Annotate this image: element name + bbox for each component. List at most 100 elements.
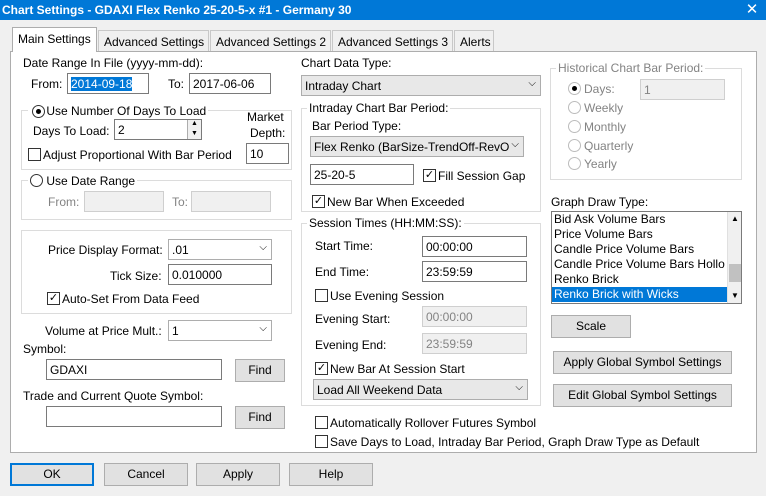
end-time-label: End Time: bbox=[315, 265, 370, 279]
list-item-selected[interactable]: Renko Brick with Wicks bbox=[552, 287, 741, 302]
evening-session-checkbox[interactable] bbox=[315, 289, 328, 302]
rollover-checkbox[interactable] bbox=[315, 416, 328, 429]
range-from-input[interactable] bbox=[84, 191, 164, 212]
scroll-thumb[interactable] bbox=[729, 264, 741, 282]
start-time-input[interactable]: 00:00:00 bbox=[422, 236, 527, 257]
close-icon[interactable]: ✕ bbox=[740, 1, 764, 19]
to-label: To: bbox=[168, 77, 185, 91]
list-item[interactable]: Renko Brick bbox=[552, 272, 741, 287]
historical-yearly-label: Yearly bbox=[584, 157, 617, 171]
market-depth-label-1: Market bbox=[247, 110, 284, 124]
apply-button[interactable]: Apply bbox=[196, 463, 280, 486]
list-item[interactable]: Candle Price Volume Bars Hollo bbox=[552, 257, 741, 272]
bar-period-type-select[interactable]: Flex Renko (BarSize-TrendOff-RevO ⌵ bbox=[310, 136, 524, 157]
historical-monthly-radio[interactable] bbox=[568, 120, 581, 133]
trade-symbol-find-button[interactable]: Find bbox=[235, 406, 285, 429]
symbol-find-button[interactable]: Find bbox=[235, 359, 285, 382]
session-group-label: Session Times (HH:MM:SS): bbox=[307, 216, 464, 230]
save-default-label: Save Days to Load, Intraday Bar Period, … bbox=[330, 435, 700, 449]
tab-advanced-settings-2[interactable]: Advanced Settings 2 bbox=[210, 30, 331, 51]
chevron-down-icon: ⌵ bbox=[528, 78, 536, 89]
list-scrollbar[interactable]: ▲ ▼ bbox=[727, 212, 741, 303]
trade-symbol-input[interactable] bbox=[46, 406, 222, 427]
fill-session-gap-checkbox[interactable]: ✓ bbox=[423, 169, 436, 182]
from-date-input[interactable]: 2014-09-18 bbox=[67, 73, 149, 94]
spin-down-icon[interactable]: ▼ bbox=[188, 129, 201, 139]
tick-size-label: Tick Size: bbox=[110, 269, 162, 283]
use-days-label: Use Number Of Days To Load bbox=[46, 103, 207, 118]
price-format-select[interactable]: .01 ⌵ bbox=[168, 239, 272, 260]
weekend-data-select[interactable]: Load All Weekend Data ⌵ bbox=[313, 379, 528, 400]
edit-global-settings-button[interactable]: Edit Global Symbol Settings bbox=[553, 384, 732, 407]
graph-draw-type-label: Graph Draw Type: bbox=[551, 195, 649, 209]
tab-main-settings[interactable]: Main Settings bbox=[12, 27, 97, 52]
historical-monthly-label: Monthly bbox=[584, 120, 627, 134]
weekend-data-value: Load All Weekend Data bbox=[317, 383, 443, 397]
to-date-input[interactable]: 2017-06-06 bbox=[189, 73, 271, 94]
use-days-radio[interactable] bbox=[32, 105, 45, 119]
title-bar: Chart Settings - GDAXI Flex Renko 25-20-… bbox=[0, 0, 766, 20]
fill-session-gap-label: Fill Session Gap bbox=[438, 169, 526, 183]
scroll-up-icon[interactable]: ▲ bbox=[728, 212, 741, 226]
bar-period-type-label: Bar Period Type: bbox=[312, 119, 402, 133]
days-to-load-input[interactable]: 2 ▲ ▼ bbox=[114, 119, 202, 140]
apply-global-settings-button[interactable]: Apply Global Symbol Settings bbox=[553, 351, 732, 374]
cancel-button[interactable]: Cancel bbox=[104, 463, 188, 486]
range-to-input[interactable] bbox=[191, 191, 271, 212]
days-to-load-value: 2 bbox=[118, 123, 125, 137]
evening-session-label: Use Evening Session bbox=[330, 289, 445, 303]
days-group-header: Use Number Of Days To Load bbox=[28, 103, 209, 119]
list-item[interactable]: Price Volume Bars bbox=[552, 227, 741, 242]
scale-button[interactable]: Scale bbox=[551, 315, 631, 338]
tab-advanced-settings[interactable]: Advanced Settings bbox=[98, 30, 209, 51]
volume-mult-select[interactable]: 1 ⌵ bbox=[168, 320, 272, 341]
historical-days-input[interactable]: 1 bbox=[640, 79, 725, 100]
price-format-label: Price Display Format: bbox=[48, 243, 163, 257]
tick-size-input[interactable]: 0.010000 bbox=[168, 264, 272, 285]
new-bar-session-checkbox[interactable]: ✓ bbox=[315, 362, 328, 375]
save-default-checkbox[interactable] bbox=[315, 435, 328, 448]
scroll-down-icon[interactable]: ▼ bbox=[728, 289, 741, 303]
historical-days-label: Days: bbox=[584, 82, 615, 96]
range-from-label: From: bbox=[48, 195, 80, 209]
evening-end-input[interactable]: 23:59:59 bbox=[422, 333, 527, 354]
historical-weekly-radio[interactable] bbox=[568, 101, 581, 114]
bar-period-type-value: Flex Renko (BarSize-TrendOff-RevO bbox=[314, 140, 510, 154]
new-bar-session-label: New Bar At Session Start bbox=[330, 362, 465, 376]
chevron-down-icon: ⌵ bbox=[511, 139, 519, 150]
volume-mult-value: 1 bbox=[172, 324, 179, 338]
days-spinner[interactable]: ▲ ▼ bbox=[187, 120, 201, 139]
chart-data-type-value: Intraday Chart bbox=[305, 79, 382, 93]
evening-start-input[interactable]: 00:00:00 bbox=[422, 306, 527, 327]
historical-yearly-radio[interactable] bbox=[568, 157, 581, 170]
graph-draw-type-list[interactable]: Bid Ask Volume Bars Price Volume Bars Ca… bbox=[551, 211, 742, 304]
list-item[interactable]: Candle Price Volume Bars bbox=[552, 242, 741, 257]
ok-button[interactable]: OK bbox=[10, 463, 94, 486]
chevron-down-icon: ⌵ bbox=[259, 242, 267, 253]
evening-end-label: Evening End: bbox=[315, 338, 387, 352]
market-depth-input[interactable]: 10 bbox=[246, 143, 289, 164]
historical-days-radio[interactable] bbox=[568, 82, 581, 95]
adjust-proportional-checkbox[interactable] bbox=[28, 148, 41, 161]
historical-weekly-label: Weekly bbox=[584, 101, 624, 115]
historical-quarterly-radio[interactable] bbox=[568, 139, 581, 152]
date-group-header: Use Date Range bbox=[28, 173, 138, 189]
volume-mult-label: Volume at Price Mult.: bbox=[45, 324, 162, 338]
symbol-label: Symbol: bbox=[23, 342, 67, 356]
market-depth-label-2: Depth: bbox=[250, 126, 286, 140]
new-bar-exceeded-checkbox[interactable]: ✓ bbox=[312, 195, 325, 208]
spin-up-icon[interactable]: ▲ bbox=[188, 120, 201, 129]
bar-period-input[interactable]: 25-20-5 bbox=[310, 164, 414, 185]
window-title: Chart Settings - GDAXI Flex Renko 25-20-… bbox=[2, 3, 352, 17]
chart-data-type-select[interactable]: Intraday Chart ⌵ bbox=[301, 75, 541, 96]
help-button[interactable]: Help bbox=[289, 463, 373, 486]
symbol-input[interactable]: GDAXI bbox=[46, 359, 222, 380]
use-date-range-radio[interactable] bbox=[30, 174, 43, 188]
end-time-input[interactable]: 23:59:59 bbox=[422, 261, 527, 282]
days-to-load-label: Days To Load: bbox=[33, 124, 110, 138]
tab-alerts[interactable]: Alerts bbox=[454, 30, 494, 51]
tab-advanced-settings-3[interactable]: Advanced Settings 3 bbox=[332, 30, 453, 51]
from-label: From: bbox=[31, 77, 63, 91]
auto-set-checkbox[interactable]: ✓ bbox=[47, 292, 60, 305]
list-item[interactable]: Bid Ask Volume Bars bbox=[552, 212, 741, 227]
